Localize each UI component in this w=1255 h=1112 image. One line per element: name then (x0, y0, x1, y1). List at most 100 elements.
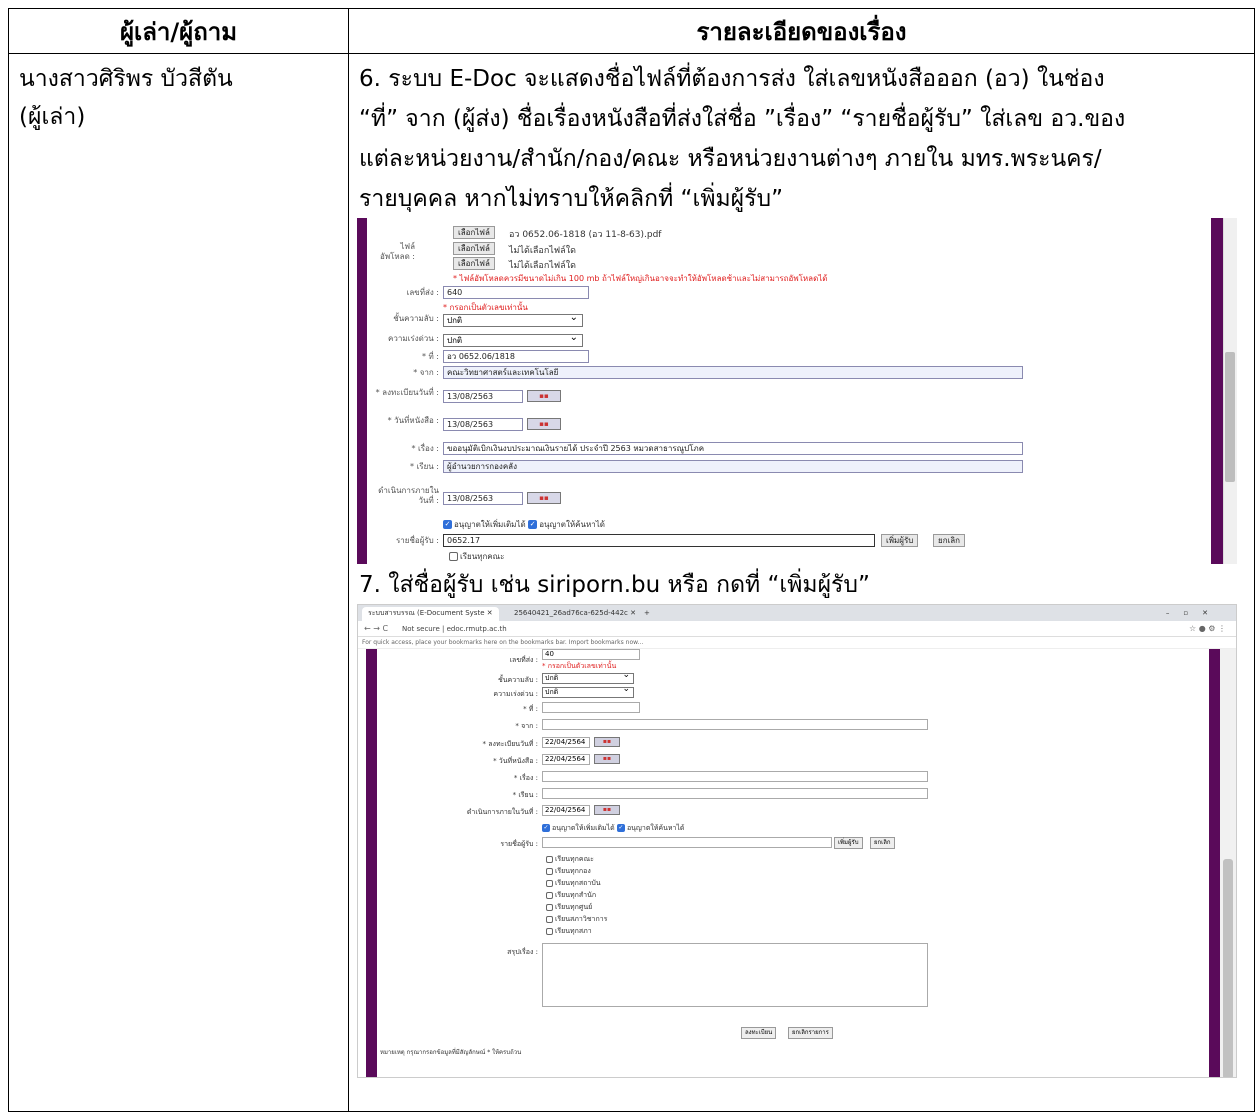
permission-checkboxes: ✓ อนุญาตให้เพิ่มเติมได้ ✓ อนุญาตให้ค้นหาได… (443, 518, 605, 531)
group-option[interactable]: เรียนทุกสถาบัน (546, 878, 601, 889)
calendar-icon[interactable]: ▪▪ (527, 390, 561, 402)
subject-input[interactable]: ขออนุมัติเบิกเงินงบประมาณเงินรายได้ ประจ… (443, 442, 1023, 455)
file-name-3: ไม่ได้เลือกไฟล์ใด (509, 261, 576, 271)
add-recipient-button[interactable]: เพิ่มผู้รับ (881, 534, 919, 547)
allow-search-label: อนุญาตให้ค้นหาได้ (626, 824, 685, 832)
group-option[interactable]: เรียนทุกคณะ (546, 854, 594, 865)
recipients-input[interactable] (542, 837, 832, 848)
header-details: รายละเอียดของเรื่อง (348, 8, 1255, 54)
checkbox-allow-search[interactable]: ✓ (528, 520, 538, 529)
to-input[interactable]: ผู้อำนวยการกองคลัง (443, 460, 1023, 473)
narrator-name: นางสาวศิริพร บัวสีตัน (19, 66, 233, 92)
recipients-label: รายชื่อผู้รับ : (500, 840, 538, 848)
step7-line: 7. ใส่ชื่อผู้รับ เช่น siriporn.bu หรือ ก… (359, 572, 870, 598)
browser-tab-edoc[interactable]: ระบบสารบรรณ (E-Document Syste ✕ (362, 607, 499, 621)
cancel-list-button[interactable]: ยกเลิกรายการ (788, 1027, 833, 1039)
calendar-icon[interactable]: ▪▪ (527, 418, 561, 430)
group-checkbox[interactable] (546, 879, 553, 887)
group-option[interactable]: เรียนทุกสภา (546, 926, 592, 937)
group-checkbox[interactable] (546, 903, 553, 911)
scrollbar-thumb[interactable] (1225, 352, 1235, 482)
address-bar: ← → C Not secure | edoc.rmutp.ac.th ☆ ● … (358, 621, 1236, 637)
url-text[interactable]: Not secure | edoc.rmutp.ac.th (402, 625, 507, 633)
checkbox-all-faculty[interactable] (449, 552, 458, 561)
group-option[interactable]: เรียนทุกกอง (546, 866, 591, 877)
subject-input[interactable] (542, 771, 928, 782)
allow-add-label: อนุญาตให้เพิ่มเติมได้ (552, 824, 615, 832)
doc-date-input[interactable]: 22/04/2564 (542, 754, 590, 765)
group-label: เรียนทุกศูนย์ (555, 903, 593, 911)
from-input[interactable] (542, 719, 928, 730)
urgency-select[interactable]: ปกติ (443, 332, 583, 347)
new-tab-icon[interactable]: + (638, 607, 656, 621)
browser-tab-bar: ระบบสารบรรณ (E-Document Syste ✕ 25640421… (358, 605, 1236, 621)
choose-file-button-2[interactable]: เลือกไฟล์ (453, 242, 495, 255)
secrecy-label: ชั้นความลับ : (497, 676, 538, 684)
ref-input[interactable]: อว 0652.06/1818 (443, 350, 589, 363)
proc-date-input[interactable]: 22/04/2564 (542, 805, 590, 816)
group-label: เรียนทุกกอง (555, 867, 591, 875)
browser-extension-icons[interactable]: ☆ ● ⚙ ⋮ (1189, 624, 1226, 633)
group-label: เรียนทุกสำนัก (555, 891, 597, 899)
proc-date-label: ดำเนินการภายในวันที่ : (378, 486, 439, 505)
summary-label: สรุปเรื่อง : (507, 948, 538, 956)
cancel-button[interactable]: ยกเลิก (933, 534, 966, 547)
proc-date-input[interactable]: 13/08/2563 (443, 492, 523, 505)
group-checkbox[interactable] (546, 927, 553, 935)
reg-date-input[interactable]: 22/04/2564 (542, 737, 590, 748)
urgency-select[interactable]: ปกติ (542, 685, 634, 698)
send-no-input[interactable]: 40 (542, 649, 640, 660)
nav-icons[interactable]: ← → C (364, 624, 388, 633)
checkbox-allow-add[interactable]: ✓ (443, 520, 452, 529)
reg-date-input[interactable]: 13/08/2563 (443, 390, 523, 403)
scrollbar[interactable] (1220, 649, 1236, 1077)
page-border-right (1211, 218, 1223, 564)
register-button[interactable]: ลงทะเบียน (741, 1027, 777, 1039)
window-controls[interactable]: –▫✕ (1160, 607, 1228, 621)
edoc-form: เลขที่ส่ง : 40 * กรอกเป็นตัวเลขเท่านั้น … (358, 649, 1236, 1077)
recipients-label: รายชื่อผู้รับ : (395, 536, 439, 545)
all-faculty-option[interactable]: เรียนทุกคณะ (449, 550, 504, 563)
recipients-input[interactable]: 0652.17 (443, 534, 875, 547)
reg-date-label: * ลงทะเบียนวันที่ : (482, 740, 538, 748)
upload-note: * ไฟล์อัพโหลดควรมีขนาดไม่เกิน 100 mb ถ้า… (453, 274, 828, 283)
from-input[interactable]: คณะวิทยาศาสตร์และเทคโนโลยี (443, 366, 1023, 379)
cancel-button[interactable]: ยกเลิก (870, 837, 895, 849)
group-option[interactable]: เรียนทุกสำนัก (546, 890, 596, 901)
checkbox-allow-search[interactable]: ✓ (616, 824, 625, 832)
group-label: เรียนทุกสภา (555, 927, 592, 935)
calendar-icon[interactable]: ▪▪ (527, 492, 561, 504)
to-label: * เรียน : (410, 462, 439, 471)
ref-input[interactable] (542, 702, 640, 713)
group-option[interactable]: เรียนทุกศูนย์ (546, 902, 592, 913)
group-checkbox[interactable] (546, 891, 553, 899)
secrecy-select[interactable]: ปกติ (443, 312, 583, 327)
group-label: เรียนทุกคณะ (555, 855, 594, 863)
file-name-2: ไม่ได้เลือกไฟล์ใด (509, 246, 576, 256)
footnote: หมายเหตุ กรุณากรอกข้อมูลที่มีสัญลักษณ์ *… (380, 1049, 522, 1056)
group-checkbox[interactable] (546, 915, 553, 923)
bookmarks-bar: For quick access, place your bookmarks h… (358, 637, 1236, 649)
group-checkbox[interactable] (546, 855, 553, 863)
checkbox-allow-add[interactable]: ✓ (542, 824, 550, 832)
group-option[interactable]: เรียนสภาวิชาการ (546, 914, 607, 925)
calendar-icon[interactable]: ▪▪ (594, 737, 620, 747)
choose-file-button-3[interactable]: เลือกไฟล์ (453, 257, 495, 270)
send-no-input[interactable]: 640 (443, 286, 589, 299)
add-recipient-button[interactable]: เพิ่มผู้รับ (834, 837, 863, 849)
calendar-icon[interactable]: ▪▪ (594, 754, 620, 764)
send-no-label: เลขที่ส่ง : (406, 288, 439, 297)
to-input[interactable] (542, 788, 928, 799)
group-checkbox[interactable] (546, 867, 553, 875)
calendar-icon[interactable]: ▪▪ (594, 805, 620, 815)
summary-textarea[interactable] (542, 943, 928, 1007)
browser-tab-pdf[interactable]: 25640421_26ad76ca-625d-442c ✕ (508, 607, 642, 621)
doc-date-label: * วันที่หนังสือ : (387, 416, 439, 425)
scrollbar-thumb[interactable] (1223, 859, 1233, 1077)
choose-file-button-1[interactable]: เลือกไฟล์ (453, 226, 495, 239)
doc-date-input[interactable]: 13/08/2563 (443, 418, 523, 431)
to-label: * เรียน : (512, 791, 538, 799)
secrecy-select[interactable]: ปกติ (542, 671, 634, 684)
from-label: * จาก : (413, 368, 439, 377)
scrollbar[interactable] (1223, 218, 1237, 564)
